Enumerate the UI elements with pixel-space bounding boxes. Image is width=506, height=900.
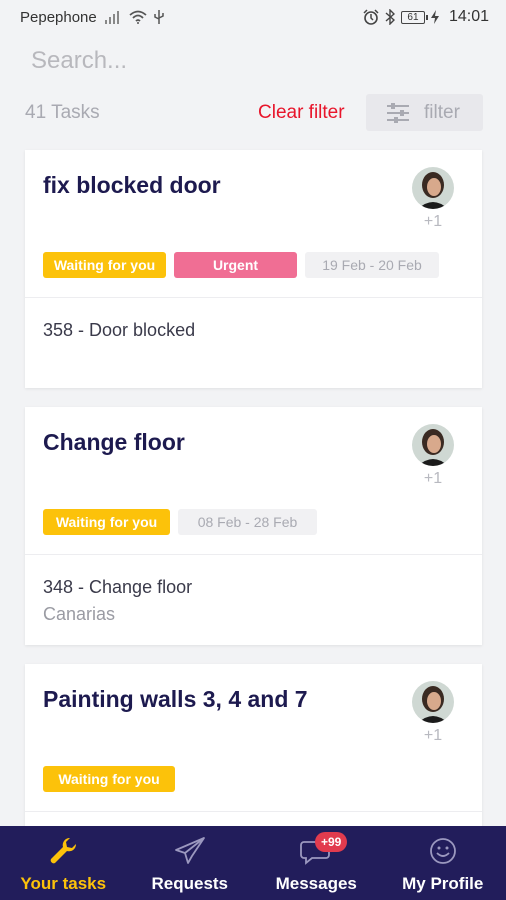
tag-list: Waiting for you xyxy=(43,766,175,792)
task-title: fix blocked door xyxy=(43,172,221,198)
task-card[interactable]: Change floor +1 Waiting for you 08 Feb -… xyxy=(25,407,482,645)
tag-list: Waiting for you Urgent 19 Feb - 20 Feb xyxy=(43,252,439,278)
paper-plane-icon xyxy=(174,837,205,864)
charging-icon xyxy=(430,10,439,24)
nav-label: Requests xyxy=(151,874,229,893)
divider xyxy=(25,811,482,812)
alarm-icon xyxy=(363,9,379,25)
date-range-badge: 08 Feb - 28 Feb xyxy=(178,509,317,535)
nav-requests[interactable]: Requests xyxy=(127,826,254,900)
bottom-navigation: Your tasks Requests +99 Messages My Prof… xyxy=(0,826,506,900)
extra-assignees-count: +1 xyxy=(423,213,443,230)
extra-assignees-count: +1 xyxy=(423,470,443,487)
usb-icon xyxy=(154,10,164,24)
waiting-badge: Waiting for you xyxy=(43,252,166,278)
avatar xyxy=(412,167,454,209)
sliders-icon xyxy=(387,102,409,123)
task-title: Change floor xyxy=(43,429,185,455)
nav-label: My Profile xyxy=(402,874,484,893)
nav-my-profile[interactable]: My Profile xyxy=(380,826,506,900)
search-bar xyxy=(16,36,490,86)
assignees: +1 xyxy=(412,167,454,231)
wrench-icon xyxy=(50,837,77,864)
urgent-badge: Urgent xyxy=(174,252,297,278)
clock: 14:01 xyxy=(448,8,489,25)
assignees: +1 xyxy=(412,424,454,488)
task-card[interactable]: fix blocked door +1 Waiting for you Urge… xyxy=(25,150,482,388)
nav-your-tasks[interactable]: Your tasks xyxy=(0,826,127,900)
avatar xyxy=(412,681,454,723)
task-title: Painting walls 3, 4 and 7 xyxy=(43,686,308,712)
smiley-icon xyxy=(429,838,456,864)
date-range-badge: 19 Feb - 20 Feb xyxy=(305,252,439,278)
clear-filter-button[interactable]: Clear filter xyxy=(258,102,345,124)
battery-level: 61 xyxy=(407,11,419,23)
filter-button[interactable]: filter xyxy=(366,94,483,131)
avatar xyxy=(412,424,454,466)
divider xyxy=(25,297,482,298)
task-reference: 358 - Door blocked xyxy=(43,320,196,340)
nav-messages[interactable]: +99 Messages xyxy=(253,826,380,900)
bluetooth-icon xyxy=(385,9,395,25)
task-count: 41 Tasks xyxy=(25,102,100,123)
task-location: Canarias xyxy=(43,604,116,624)
carrier-name: Pepephone xyxy=(20,8,97,26)
filter-label: filter xyxy=(424,101,460,123)
nav-label: Messages xyxy=(275,874,357,893)
status-bar: Pepephone 61 14:01 xyxy=(0,0,506,34)
search-input[interactable] xyxy=(31,47,490,75)
waiting-badge: Waiting for you xyxy=(43,509,170,535)
unread-badge: +99 xyxy=(315,832,348,852)
nav-label: Your tasks xyxy=(20,874,107,893)
divider xyxy=(25,554,482,555)
signal-icon xyxy=(104,11,119,24)
waiting-badge: Waiting for you xyxy=(43,766,175,792)
task-reference: 348 - Change floor xyxy=(43,577,193,597)
assignees: +1 xyxy=(412,681,454,745)
filter-row: 41 Tasks Clear filter filter xyxy=(0,94,506,132)
tag-list: Waiting for you 08 Feb - 28 Feb xyxy=(43,509,317,535)
wifi-icon xyxy=(129,10,147,24)
extra-assignees-count: +1 xyxy=(423,727,443,744)
battery-indicator: 61 xyxy=(400,10,428,24)
